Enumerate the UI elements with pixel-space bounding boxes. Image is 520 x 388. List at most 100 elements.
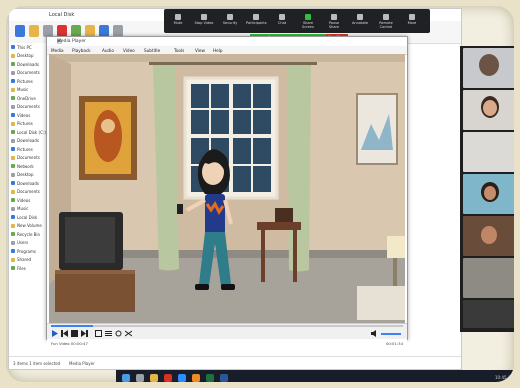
zoom-icon[interactable] bbox=[178, 374, 186, 382]
nav-item[interactable]: Pictures bbox=[9, 77, 49, 86]
nav-item[interactable]: Downloads bbox=[9, 60, 49, 69]
player-duration: 00:01:34 bbox=[385, 341, 403, 346]
nav-item[interactable]: New Volume bbox=[9, 222, 49, 231]
nav-item[interactable]: Videos bbox=[9, 196, 49, 205]
zoom-button[interactable]: Share Screen bbox=[298, 12, 318, 30]
loop-icon[interactable] bbox=[115, 330, 122, 337]
zoom-button-icon bbox=[357, 14, 363, 20]
nav-item[interactable]: Documents bbox=[9, 154, 49, 163]
nav-item-label: Downloads bbox=[17, 138, 39, 144]
nav-item[interactable]: Documents bbox=[9, 103, 49, 112]
zoom-button[interactable]: Security bbox=[220, 12, 240, 30]
seek-bar[interactable] bbox=[51, 325, 403, 327]
nav-item[interactable]: Network bbox=[9, 162, 49, 171]
stop-icon[interactable] bbox=[71, 330, 78, 337]
search-icon[interactable] bbox=[136, 374, 144, 382]
nav-item-label: Network bbox=[17, 163, 34, 169]
close-icon[interactable]: ✕ bbox=[57, 39, 403, 45]
nav-item[interactable]: Local Disk bbox=[9, 213, 49, 222]
nav-item[interactable]: Documents bbox=[9, 69, 49, 78]
nav-item[interactable]: Documents bbox=[9, 188, 49, 197]
zoom-button[interactable]: Participants bbox=[246, 12, 267, 30]
nav-item[interactable]: OneDrive bbox=[9, 94, 49, 103]
nav-item[interactable]: Music bbox=[9, 86, 49, 95]
playlist-icon[interactable] bbox=[105, 330, 112, 337]
folder-icon bbox=[11, 113, 15, 118]
back-icon[interactable] bbox=[15, 25, 25, 37]
nav-item[interactable]: Files bbox=[9, 264, 49, 273]
word-icon[interactable] bbox=[220, 374, 228, 382]
zoom-button-label: Pause Share bbox=[328, 21, 340, 29]
next-icon[interactable] bbox=[81, 330, 88, 337]
media-player-icon[interactable] bbox=[192, 374, 200, 382]
nav-item[interactable]: Downloads bbox=[9, 179, 49, 188]
zoom-button-icon bbox=[175, 14, 181, 20]
nav-item[interactable]: Pictures bbox=[9, 120, 49, 129]
nav-item[interactable]: Local Disk (C:) bbox=[9, 128, 49, 137]
player-menu-item[interactable]: Tools bbox=[174, 48, 184, 53]
folder-icon bbox=[11, 87, 15, 92]
nav-item-label: Files bbox=[17, 265, 26, 271]
participant-video[interactable] bbox=[463, 174, 514, 214]
nav-item-label: Documents bbox=[17, 155, 40, 161]
start-icon[interactable] bbox=[122, 374, 130, 382]
zoom-button[interactable]: Chat bbox=[272, 12, 292, 30]
fullscreen-icon[interactable] bbox=[95, 330, 102, 337]
nav-item[interactable]: Music bbox=[9, 205, 49, 214]
video-frame[interactable] bbox=[49, 54, 405, 324]
explorer-statusbar: 3 items 1 item selected Media Player bbox=[9, 356, 461, 369]
chrome-icon[interactable] bbox=[164, 374, 172, 382]
participant-video[interactable] bbox=[463, 216, 514, 256]
volume-slider[interactable] bbox=[381, 333, 401, 335]
zoom-button[interactable]: Stop Video bbox=[194, 12, 214, 30]
participant-video[interactable] bbox=[463, 132, 514, 172]
folder-icon[interactable] bbox=[29, 25, 39, 37]
nav-item-label: Desktop bbox=[17, 172, 34, 178]
player-menu-item[interactable]: Playback bbox=[72, 48, 91, 53]
player-controls bbox=[47, 323, 407, 339]
player-menu-item[interactable]: Subtitle bbox=[144, 48, 160, 53]
explorer-status-mid: Media Player bbox=[69, 361, 95, 366]
file-explorer-icon[interactable] bbox=[150, 374, 158, 382]
zoom-button[interactable]: More bbox=[402, 12, 422, 30]
folder-icon bbox=[11, 53, 15, 58]
zoom-button[interactable]: Mute bbox=[168, 12, 188, 30]
nav-item[interactable]: Downloads bbox=[9, 137, 49, 146]
zoom-button[interactable]: Pause Share bbox=[324, 12, 344, 30]
play-icon[interactable] bbox=[51, 330, 58, 337]
nav-item[interactable]: Pictures bbox=[9, 145, 49, 154]
volume-icon[interactable] bbox=[371, 330, 378, 337]
nav-item[interactable]: This PC bbox=[9, 43, 49, 52]
zoom-button-icon bbox=[305, 14, 311, 20]
participant-video[interactable] bbox=[463, 48, 514, 88]
nav-item[interactable]: Desktop bbox=[9, 52, 49, 61]
zoom-button-label: Security bbox=[222, 21, 238, 25]
player-menu-item[interactable]: View bbox=[195, 48, 205, 53]
nav-item[interactable]: Users bbox=[9, 239, 49, 248]
windows-taskbar: 10:45 AM bbox=[116, 370, 514, 382]
folder-icon bbox=[11, 130, 15, 135]
player-menu-item[interactable]: Help bbox=[213, 48, 223, 53]
participant-video[interactable] bbox=[463, 300, 514, 328]
nav-item-label: Documents bbox=[17, 104, 40, 110]
zoom-button[interactable]: Remote Control bbox=[376, 12, 396, 30]
zoom-button-label: Share Screen bbox=[301, 21, 315, 29]
nav-item[interactable]: Recycle Bin bbox=[9, 230, 49, 239]
player-menu-item[interactable]: Video bbox=[123, 48, 135, 53]
participant-video[interactable] bbox=[463, 90, 514, 130]
excel-icon[interactable] bbox=[206, 374, 214, 382]
zoom-button-icon bbox=[227, 14, 233, 20]
nav-item[interactable]: Programs bbox=[9, 247, 49, 256]
participant-video[interactable] bbox=[463, 258, 514, 298]
prev-icon[interactable] bbox=[61, 330, 68, 337]
zoom-button-icon bbox=[409, 14, 415, 20]
nav-item[interactable]: Desktop bbox=[9, 171, 49, 180]
nav-item[interactable]: Shared bbox=[9, 256, 49, 265]
player-menu-item[interactable]: Media bbox=[51, 48, 64, 53]
nav-item[interactable]: Videos bbox=[9, 111, 49, 120]
player-menu-item[interactable]: Audio bbox=[102, 48, 114, 53]
player-titlebar: Media Player – □ ✕ bbox=[47, 37, 407, 46]
zoom-button-label: Remote Control bbox=[379, 21, 393, 29]
shuffle-icon[interactable] bbox=[125, 330, 132, 337]
zoom-button[interactable]: Annotate bbox=[350, 12, 370, 30]
